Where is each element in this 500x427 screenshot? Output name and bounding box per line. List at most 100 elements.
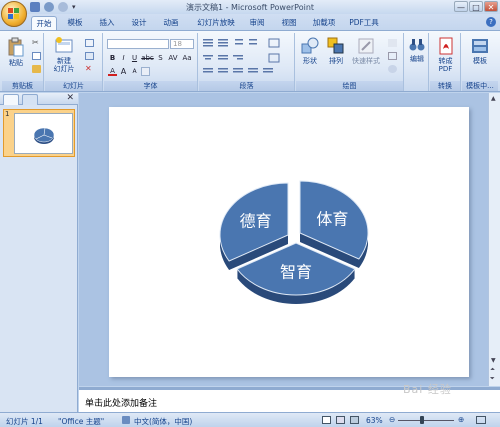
font-size-combobox[interactable]: 18 (170, 39, 194, 49)
paragraph-controls-icon[interactable] (201, 36, 293, 80)
shape-fill-icon[interactable] (388, 39, 397, 47)
pane-close-icon[interactable]: ✕ (66, 93, 74, 103)
shapes-icon (301, 37, 319, 54)
underline-button[interactable]: U (130, 54, 139, 63)
group-drawing: 形状 排列 快速样式 绘图 (296, 33, 404, 91)
font-format-row-1: B I U abc S AV Aa (108, 54, 193, 63)
pie-slice-label: 智育 (280, 263, 312, 282)
group-paragraph: 段落 (199, 33, 295, 91)
vertical-scrollbar[interactable]: ▲ ▼ ⏶ ⏷ (488, 93, 500, 386)
group-convert: 转成 PDF 转换 (430, 33, 461, 91)
maximize-button[interactable]: □ (469, 1, 483, 12)
fit-to-window-icon[interactable] (476, 416, 486, 424)
char-spacing-button[interactable]: AV (167, 54, 179, 63)
arrange-label: 排列 (329, 57, 343, 65)
format-painter-icon[interactable] (32, 65, 41, 73)
view-slideshow-icon[interactable] (350, 416, 359, 424)
quick-styles-label: 快速样式 (352, 57, 380, 65)
font-color-button[interactable]: A (108, 67, 117, 76)
status-zoom[interactable]: 63% (366, 416, 383, 425)
shape-effects-icon[interactable] (388, 65, 397, 73)
thumbnail-pie-icon (33, 127, 55, 144)
zoom-slider-track[interactable] (398, 420, 454, 421)
tab-slideshow[interactable]: 幻灯片放映 (192, 16, 240, 30)
title-bar: ▾ 演示文稿1 - Microsoft PowerPoint — □ ✕ (0, 0, 500, 14)
slides-group-label: 幻灯片 (45, 81, 102, 91)
shadow-button[interactable]: S (156, 54, 165, 63)
tab-animation[interactable]: 动画 (160, 16, 182, 30)
quick-styles-button[interactable]: 快速样式 (350, 37, 382, 65)
convert-pdf-button[interactable]: 转成 PDF (432, 37, 459, 73)
close-button[interactable]: ✕ (484, 1, 498, 12)
tab-slides-view[interactable] (3, 94, 19, 105)
cut-icon[interactable]: ✂ (32, 39, 41, 47)
template-icon (472, 39, 488, 53)
tab-addins[interactable]: 加载项 (308, 16, 340, 30)
new-slide-label-2: 幻灯片 (53, 65, 75, 73)
editing-label: 编辑 (410, 55, 424, 63)
zoom-out-icon[interactable]: ⊖ (389, 415, 395, 424)
tab-view[interactable]: 视图 (278, 16, 300, 30)
font-name-combobox[interactable] (107, 39, 169, 49)
zoom-in-icon[interactable]: ⊕ (458, 415, 464, 424)
delete-slide-icon[interactable]: ✕ (85, 65, 94, 73)
change-case-button[interactable]: Aa (181, 54, 193, 63)
view-normal-icon[interactable] (322, 416, 331, 424)
convert-group-label: 转换 (430, 81, 460, 91)
template-button[interactable]: 模板 (468, 37, 492, 65)
arrange-button[interactable]: 排列 (324, 37, 348, 65)
strikethrough-button[interactable]: abc (141, 54, 154, 63)
tab-template[interactable]: 模板 (64, 16, 86, 30)
spellcheck-icon[interactable] (122, 416, 130, 424)
layout-icon[interactable] (85, 39, 94, 47)
editing-button[interactable]: 编辑 (406, 37, 428, 63)
tab-home[interactable]: 开始 (31, 16, 57, 30)
tab-pdf-tools[interactable]: PDF工具 (344, 16, 384, 30)
pie-slice-label: 体育 (316, 210, 348, 229)
clear-format-icon[interactable] (141, 67, 150, 76)
view-sorter-icon[interactable] (336, 416, 345, 424)
new-slide-button[interactable]: 新建 幻灯片 (49, 37, 79, 73)
shape-outline-icon[interactable] (388, 52, 397, 60)
template-group-label: 模板中... (462, 81, 498, 91)
tab-insert[interactable]: 插入 (96, 16, 118, 30)
window-controls: — □ ✕ (454, 1, 498, 12)
tab-review[interactable]: 审阅 (246, 16, 268, 30)
watermark-text: Bai 经验 (403, 383, 452, 396)
clipboard-group-label: 剪贴板 (2, 81, 43, 91)
shrink-font-button[interactable]: A (130, 67, 139, 76)
zoom-slider-thumb[interactable] (420, 416, 424, 424)
slides-pane-tabs: ✕ (0, 93, 78, 105)
paragraph-group-label: 段落 (199, 81, 294, 91)
slide-thumbnail-selected[interactable]: 1 (3, 109, 75, 157)
prev-slide-icon[interactable]: ⏶ (490, 366, 495, 374)
pie-slice-label: 德育 (240, 212, 272, 231)
paste-button[interactable]: 粘贴 (5, 37, 27, 67)
shapes-button[interactable]: 形状 (298, 37, 322, 65)
grow-font-button[interactable]: A (119, 67, 128, 76)
bold-button[interactable]: B (108, 54, 117, 63)
copy-icon[interactable] (32, 52, 41, 60)
tab-outline-view[interactable] (22, 94, 38, 105)
quick-styles-icon (358, 38, 374, 54)
slide-canvas[interactable]: 体育智育 德育 (109, 107, 469, 377)
template-label: 模板 (473, 57, 487, 65)
ribbon-tab-bar: 开始 模板 插入 设计 动画 幻灯片放映 审阅 视图 加载项 PDF工具 ? (0, 14, 500, 30)
ribbon: 粘贴 ✂ 剪贴板 新建 幻灯片 ✕ 幻灯片 18 B I U abc S AV … (0, 30, 500, 92)
italic-button[interactable]: I (119, 54, 128, 63)
status-language[interactable]: 中文(简体，中国) (134, 416, 192, 427)
tab-design[interactable]: 设计 (128, 16, 150, 30)
help-icon[interactable]: ? (486, 17, 496, 27)
slide-editing-area: 体育智育 德育 (79, 93, 500, 386)
office-button[interactable] (1, 1, 27, 27)
pdf-icon (439, 37, 452, 55)
convert-pdf-label-1: 转成 (438, 57, 453, 65)
reset-icon[interactable] (85, 52, 94, 60)
scroll-up-icon[interactable]: ▲ (491, 95, 496, 102)
baidu-watermark: Bai 经验 (395, 377, 495, 411)
pie-chart[interactable]: 体育智育 德育 (109, 107, 469, 377)
paste-label: 粘贴 (9, 59, 23, 67)
new-slide-icon (55, 37, 73, 53)
scroll-down-icon[interactable]: ▼ (491, 357, 496, 364)
minimize-button[interactable]: — (454, 1, 468, 12)
